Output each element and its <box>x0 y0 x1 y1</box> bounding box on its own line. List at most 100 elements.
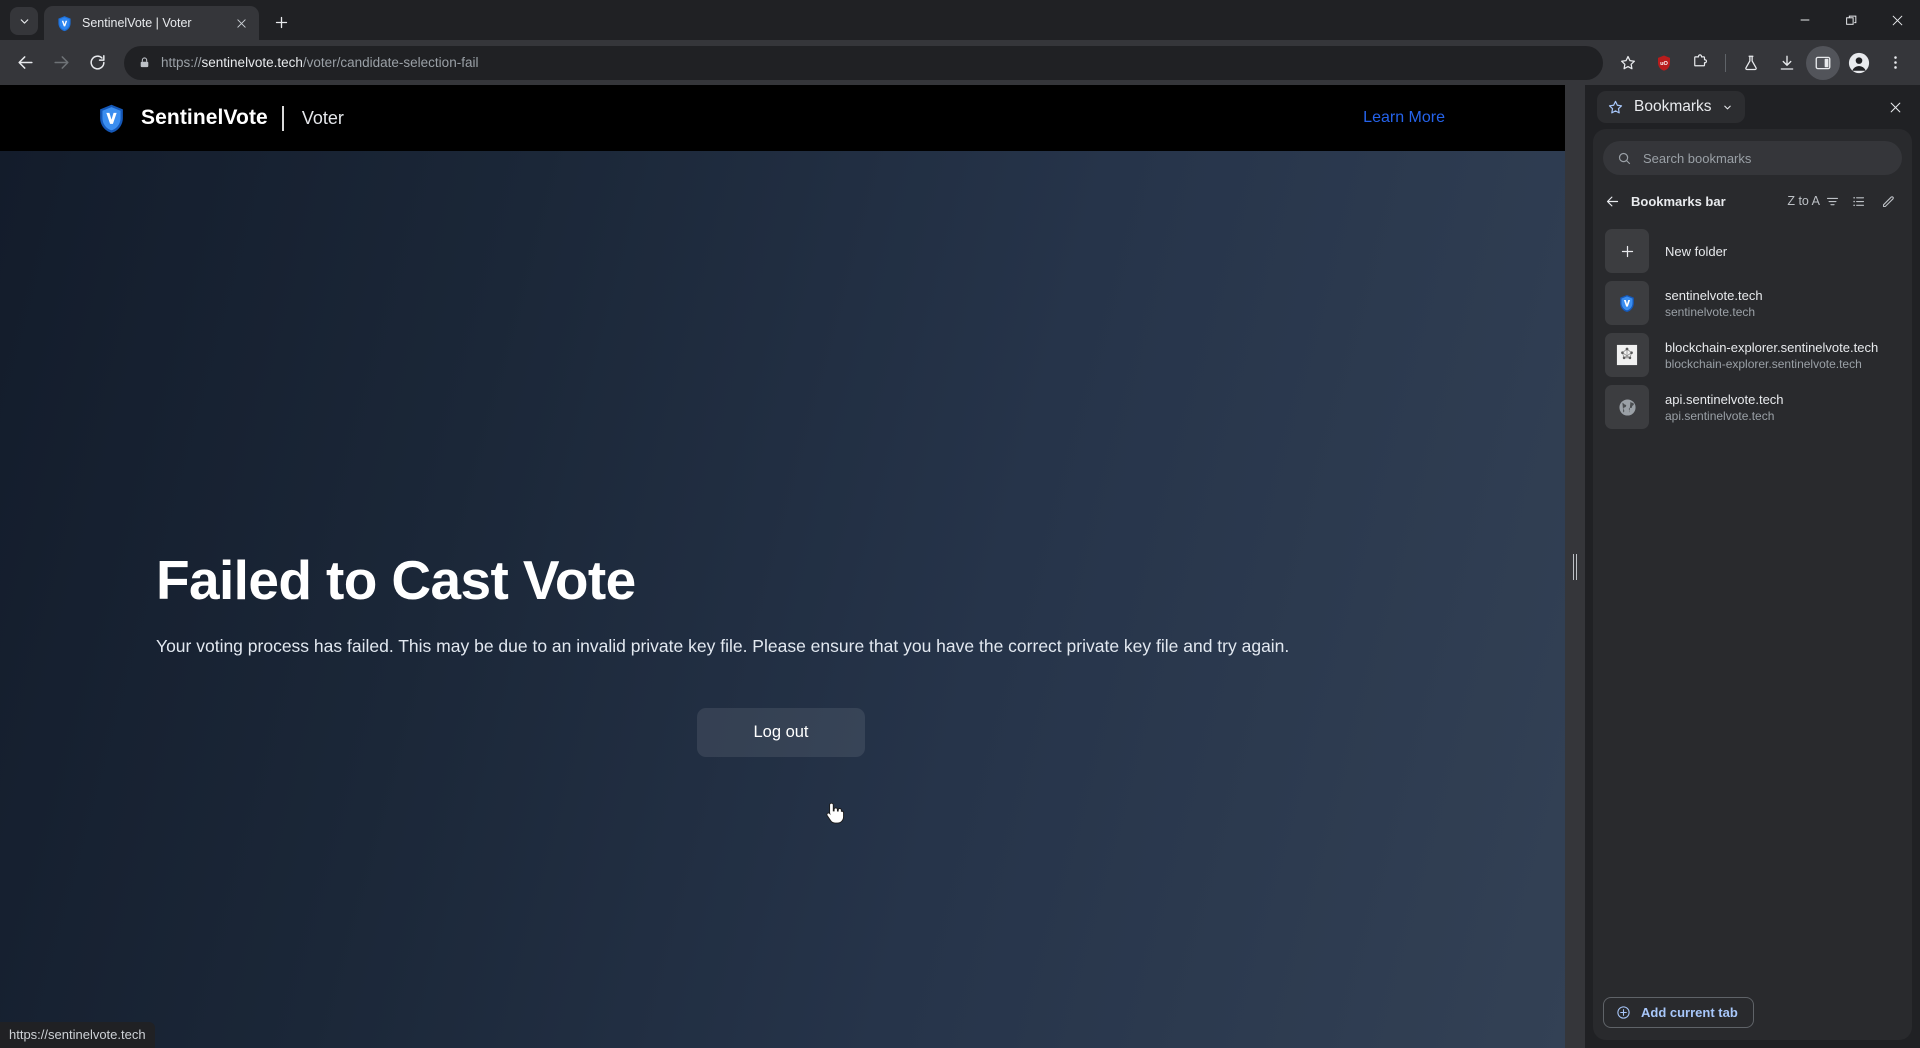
more-menu-button[interactable] <box>1878 46 1912 80</box>
profile-button[interactable] <box>1842 46 1876 80</box>
bookmark-texts: sentinelvote.tech sentinelvote.tech <box>1665 288 1763 319</box>
sentinelvote-shield-icon <box>58 15 71 31</box>
bookmarks-search-placeholder: Search bookmarks <box>1643 150 1752 166</box>
maximize-button[interactable] <box>1828 0 1874 40</box>
experiments-button[interactable] <box>1734 46 1768 80</box>
page-title: Failed to Cast Vote <box>156 549 636 611</box>
experiments-flask-icon <box>1745 55 1757 70</box>
add-current-tab-button[interactable]: Add current tab <box>1603 997 1754 1028</box>
new-folder-row[interactable]: New folder <box>1593 225 1912 277</box>
bookmark-star-icon <box>1620 55 1636 69</box>
browser-body: SentinelVote Voter Learn More Failed to … <box>0 85 1920 1048</box>
bookmark-favicon <box>1605 385 1649 429</box>
list-item[interactable]: blockchain-explorer.sentinelvote.tech bl… <box>1593 329 1912 381</box>
browser-window: SentinelVote | Voter https://sentinelvot… <box>0 0 1920 1048</box>
minimize-button[interactable] <box>1782 0 1828 40</box>
page-description: Your voting process has failed. This may… <box>156 636 1290 657</box>
hero-section: Failed to Cast Vote Your voting process … <box>156 549 1456 757</box>
edit-pencil-icon <box>1882 195 1894 207</box>
bookmark-url: sentinelvote.tech <box>1665 304 1756 319</box>
action-row: Log out <box>156 707 1406 757</box>
tab-strip: SentinelVote | Voter <box>0 0 1920 40</box>
page-main: Failed to Cast Vote Your voting process … <box>0 151 1565 1048</box>
profile-avatar-icon <box>1848 52 1870 73</box>
bookmark-favicon <box>1605 281 1649 325</box>
bookmarks-edit-button[interactable] <box>1876 189 1900 213</box>
bookmark-texts: blockchain-explorer.sentinelvote.tech bl… <box>1665 340 1878 371</box>
downloads-button[interactable] <box>1770 46 1804 80</box>
plus-circle-icon <box>1617 1006 1630 1019</box>
browser-tab[interactable]: SentinelVote | Voter <box>44 6 259 40</box>
sentinelvote-shield-icon <box>1620 294 1634 312</box>
side-panel-header: Bookmarks <box>1585 85 1920 129</box>
restore-icon <box>1845 15 1856 25</box>
side-panel-icon <box>1815 56 1831 69</box>
bookmarks-view-toggle[interactable] <box>1846 189 1870 213</box>
status-bar-url: https://sentinelvote.tech <box>0 1022 155 1048</box>
globe-icon <box>1618 398 1636 416</box>
bookmark-url: blockchain-explorer.sentinelvote.tech <box>1665 356 1862 371</box>
side-panel-close-button[interactable] <box>1880 92 1910 122</box>
arrow-right-icon <box>53 56 69 69</box>
address-bar[interactable]: https://sentinelvote.tech/voter/candidat… <box>124 45 1603 80</box>
header-role: Voter <box>301 107 344 128</box>
bookmarks-back-button[interactable] <box>1599 188 1625 214</box>
bookmarks-sort-control[interactable]: Z to A <box>1787 194 1840 209</box>
new-folder-thumb <box>1605 229 1649 273</box>
bookmark-star-button[interactable] <box>1611 46 1645 80</box>
url-scheme: https:// <box>161 55 202 70</box>
forward-button[interactable] <box>44 46 78 80</box>
svg-text:uO: uO <box>1660 60 1668 66</box>
extensions-button[interactable] <box>1683 46 1717 80</box>
plus-icon <box>1621 245 1633 257</box>
bookmark-texts: api.sentinelvote.tech api.sentinelvote.t… <box>1665 392 1784 423</box>
more-menu-icon <box>1893 56 1897 69</box>
bookmark-name: blockchain-explorer.sentinelvote.tech <box>1665 339 1879 355</box>
back-button[interactable] <box>8 46 42 80</box>
chevron-down-icon <box>1723 105 1731 109</box>
site-header: SentinelVote Voter Learn More <box>0 85 1565 151</box>
list-item[interactable]: sentinelvote.tech sentinelvote.tech <box>1593 277 1912 329</box>
brand-logo[interactable]: SentinelVote <box>96 102 268 135</box>
bookmarks-search-input[interactable]: Search bookmarks <box>1603 141 1902 175</box>
mouse-cursor-pointer <box>826 802 844 824</box>
tab-title: SentinelVote | Voter <box>82 16 192 30</box>
arrow-left-icon <box>17 56 33 69</box>
list-item[interactable]: api.sentinelvote.tech api.sentinelvote.t… <box>1593 381 1912 433</box>
logout-button[interactable]: Log out <box>697 707 865 757</box>
url-text: https://sentinelvote.tech/voter/candidat… <box>161 55 478 70</box>
new-tab-button[interactable] <box>267 8 295 36</box>
lock-icon <box>140 57 149 68</box>
sort-icon <box>1826 197 1839 205</box>
bookmark-name: sentinelvote.tech <box>1665 287 1763 303</box>
reload-icon <box>89 55 105 70</box>
panel-resize-handle[interactable] <box>1565 85 1585 1048</box>
bookmark-name: api.sentinelvote.tech <box>1665 391 1784 407</box>
resize-grip-icon <box>1573 553 1577 580</box>
close-window-button[interactable] <box>1874 0 1920 40</box>
arrow-left-icon <box>1606 196 1618 206</box>
side-panel-button[interactable] <box>1806 45 1840 80</box>
close-icon <box>237 18 246 28</box>
url-domain: sentinelvote.tech <box>201 55 303 70</box>
plus-icon <box>275 16 287 28</box>
side-panel-title: Bookmarks <box>1634 98 1712 115</box>
web-page: SentinelVote Voter Learn More Failed to … <box>0 85 1565 1048</box>
minimize-icon <box>1800 19 1810 21</box>
brand-name: SentinelVote <box>141 106 268 129</box>
ublock-origin-button[interactable]: uO <box>1647 46 1681 80</box>
bookmarks-list: New folder sentinelvote.tech sentinelvot… <box>1593 219 1912 988</box>
side-panel-selector[interactable]: Bookmarks <box>1597 91 1745 123</box>
downloads-icon <box>1780 55 1794 70</box>
learn-more-link[interactable]: Learn More <box>1363 109 1531 127</box>
bookmarks-folder-title: Bookmarks bar <box>1631 193 1726 209</box>
reload-button[interactable] <box>80 46 114 80</box>
header-divider <box>281 105 284 131</box>
list-view-icon <box>1852 196 1864 206</box>
tab-search-button[interactable] <box>10 7 38 35</box>
toolbar-divider <box>1725 53 1726 72</box>
sort-label: Z to A <box>1787 194 1820 208</box>
browser-toolbar: https://sentinelvote.tech/voter/candidat… <box>0 40 1920 85</box>
chevron-down-icon <box>20 18 28 24</box>
tab-close-button[interactable] <box>232 14 251 33</box>
